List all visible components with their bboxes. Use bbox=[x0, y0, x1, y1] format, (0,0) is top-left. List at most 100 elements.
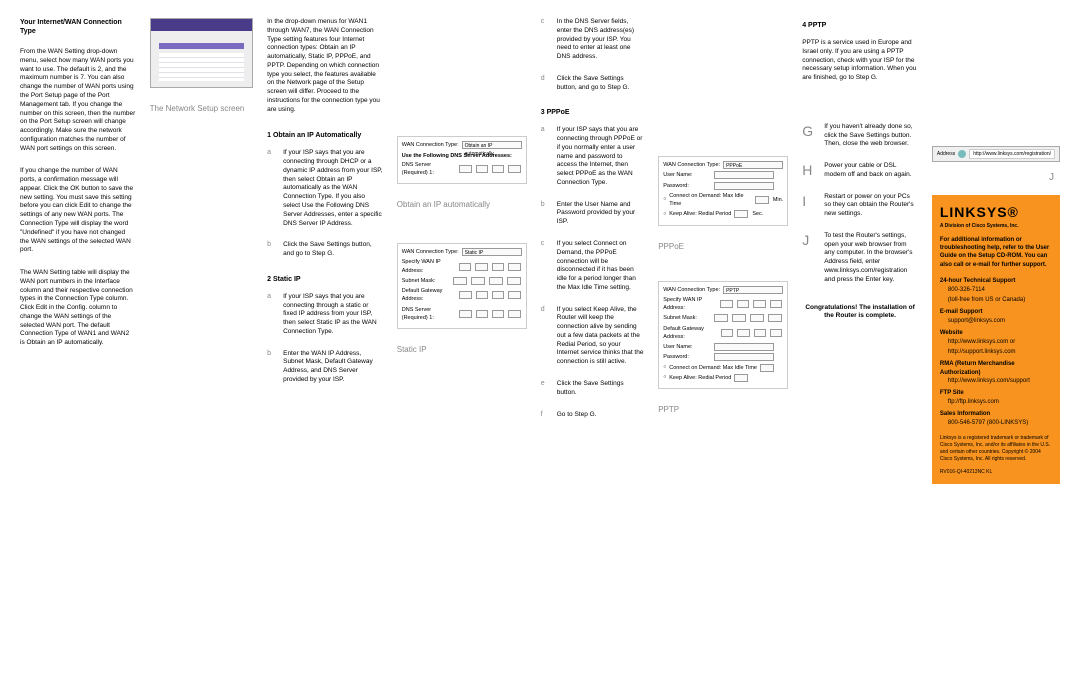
web-val1: http://www.linksys.com or bbox=[948, 338, 1052, 346]
step-3f-text: Go to Step G. bbox=[557, 411, 644, 420]
step-1b: b Click the Save Settings button, and go… bbox=[267, 241, 383, 259]
column-1: Your Internet/WAN Connection Type From t… bbox=[20, 18, 136, 484]
web-label: Website bbox=[940, 329, 1052, 337]
step-3c: cIf you select Connect on Demand, the PP… bbox=[541, 240, 644, 293]
form-pppoe: WAN Connection Type:PPPoE User Name: Pas… bbox=[658, 156, 788, 226]
addr-label: Address bbox=[937, 151, 955, 157]
step-3e-text: Click the Save Settings button. bbox=[557, 380, 644, 398]
form4-ka-label: Keep Alive: Redial Period bbox=[669, 374, 731, 382]
column-5: cIn the DNS Server fields, enter the DNS… bbox=[541, 18, 644, 484]
support-intro: For additional information or troublesho… bbox=[940, 236, 1052, 270]
caption-network-setup: The Network Setup screen bbox=[150, 104, 253, 113]
form1-wan-label: WAN Connection Type: bbox=[402, 141, 459, 149]
form4-user-label: User Name: bbox=[663, 343, 711, 351]
form3-pass-label: Password: bbox=[663, 182, 711, 190]
column-8: Address http://www.linksys.com/registrat… bbox=[932, 18, 1060, 484]
form2-dns-label: DNS Server (Required) 1: bbox=[402, 306, 456, 323]
form2-wan-label: WAN Connection Type: bbox=[402, 248, 459, 256]
form2-ip-label: Specify WAN IP Address: bbox=[402, 258, 456, 275]
step-2d-text: Click the Save Settings button, and go t… bbox=[557, 75, 644, 93]
form4-ip-label: Specify WAN IP Address: bbox=[663, 296, 717, 313]
part-number: RV016-QI-40213NC KL bbox=[940, 469, 1052, 476]
step-g-text: If you haven't already done so, click th… bbox=[824, 123, 918, 149]
step-3b: bEnter the User Name and Password provid… bbox=[541, 201, 644, 227]
address-bar: Address http://www.linksys.com/registrat… bbox=[932, 146, 1060, 162]
caption-static-ip: Static IP bbox=[397, 345, 527, 354]
form4-pass-label: Password: bbox=[663, 353, 711, 361]
form-obtain-ip: WAN Connection Type:Obtain an IP automat… bbox=[397, 136, 527, 184]
step-h-text: Power your cable or DSL modem off and ba… bbox=[824, 162, 918, 180]
wan-p3: The WAN Setting table will display the W… bbox=[20, 269, 136, 348]
step-3a-text: If your ISP says that you are connecting… bbox=[557, 126, 644, 187]
form4-wan-select: PPTP bbox=[723, 286, 783, 294]
form3-wan-select: PPPoE bbox=[723, 161, 783, 169]
column-7: 4 PPTP PPTP is a service used in Europe … bbox=[802, 18, 918, 484]
url-field: http://www.linksys.com/registration/ bbox=[969, 149, 1055, 159]
ftp-val: ftp://ftp.linksys.com bbox=[948, 398, 1052, 406]
form3-cod-label: Connect on Demand: Max Idle Time bbox=[669, 192, 752, 209]
letter-d: d bbox=[541, 306, 551, 367]
web-val2: http://support.linksys.com bbox=[948, 348, 1052, 356]
ftp-label: FTP Site bbox=[940, 389, 1052, 397]
caption-obtain-ip: Obtain an IP automatically bbox=[397, 200, 527, 209]
step-1a: a If your ISP says that you are connecti… bbox=[267, 149, 383, 228]
form2-wan-select: Static IP bbox=[462, 248, 522, 256]
heading-pptp: 4 PPTP bbox=[802, 22, 918, 29]
step-3d-text: If you select Keep Alive, the Router wil… bbox=[557, 306, 644, 367]
form3-ka-label: Keep Alive: Redial Period bbox=[669, 210, 731, 218]
heading-pppoe: 3 PPPoE bbox=[541, 109, 644, 116]
step-3f: f Go to Step G. bbox=[541, 411, 644, 420]
linksys-logo: LINKSYS® bbox=[940, 203, 1052, 223]
step-2c: cIn the DNS Server fields, enter the DNS… bbox=[541, 18, 644, 62]
column-3: In the drop-down menus for WAN1 through … bbox=[267, 18, 383, 484]
step-i-text: Restart or power on your PCs so they can… bbox=[824, 193, 918, 219]
step-g: GIf you haven't already done so, click t… bbox=[802, 123, 918, 149]
email-val: support@linksys.com bbox=[948, 317, 1052, 325]
form4-sm-label: Subnet Mask: bbox=[663, 314, 711, 322]
ts-label: 24-hour Technical Support bbox=[940, 277, 1052, 285]
form3-min-label: Min. bbox=[773, 196, 783, 204]
column-6: WAN Connection Type:PPPoE User Name: Pas… bbox=[658, 18, 788, 484]
heading-static-ip: 2 Static IP bbox=[267, 276, 383, 283]
letter-b: b bbox=[267, 350, 277, 385]
step-2c-text: In the DNS Server fields, enter the DNS … bbox=[557, 18, 644, 62]
letter-h: H bbox=[802, 162, 818, 180]
email-label: E-mail Support bbox=[940, 308, 1052, 316]
column-2: The Network Setup screen bbox=[150, 18, 253, 484]
form3-pass-input bbox=[714, 182, 774, 190]
form1-dns-label: DNS Server (Required) 1: bbox=[402, 161, 456, 178]
letter-a: a bbox=[267, 149, 277, 228]
letter-f: f bbox=[541, 411, 551, 420]
logo-tagline: A Division of Cisco Systems, Inc. bbox=[940, 223, 1052, 230]
form1-wan-select: Obtain an IP automatically bbox=[462, 141, 522, 149]
form3-wan-label: WAN Connection Type: bbox=[663, 161, 720, 169]
form3-sec-label: Sec. bbox=[752, 210, 763, 218]
legal-text: Linksys is a registered trademark or tra… bbox=[940, 435, 1052, 463]
support-panel: LINKSYS® A Division of Cisco Systems, In… bbox=[932, 195, 1060, 484]
form-pptp: WAN Connection Type:PPTP Specify WAN IP … bbox=[658, 281, 788, 390]
step-1a-text: If your ISP says that you are connecting… bbox=[283, 149, 383, 228]
step-2b: b Enter the WAN IP Address, Subnet Mask,… bbox=[267, 350, 383, 385]
wan-heading: Your Internet/WAN Connection Type bbox=[20, 18, 136, 36]
form4-wan-label: WAN Connection Type: bbox=[663, 286, 720, 294]
letter-a: a bbox=[541, 126, 551, 187]
letter-g: G bbox=[802, 123, 818, 149]
sales-val: 800-546-5797 (800-LINKSYS) bbox=[948, 419, 1052, 427]
step-2a-text: If your ISP says that you are connecting… bbox=[283, 293, 383, 337]
step-3e: e Click the Save Settings button. bbox=[541, 380, 644, 398]
form3-user-input bbox=[714, 171, 774, 179]
letter-e: e bbox=[541, 380, 551, 398]
column-4: WAN Connection Type:Obtain an IP automat… bbox=[397, 18, 527, 484]
form4-cod-label: Connect on Demand: Max Idle Time bbox=[669, 364, 757, 372]
heading-obtain-ip: 1 Obtain an IP Automatically bbox=[267, 132, 383, 139]
step-1b-text: Click the Save Settings button, and go t… bbox=[283, 241, 383, 259]
form1-dns-head: Use the Following DNS Server Addresses: bbox=[402, 152, 522, 160]
congrats: Congratulations! The installation of the… bbox=[802, 304, 918, 322]
form-static-ip: WAN Connection Type:Static IP Specify WA… bbox=[397, 243, 527, 329]
letter-a: a bbox=[267, 293, 277, 337]
step-3a: aIf your ISP says that you are connectin… bbox=[541, 126, 644, 187]
step-2b-text: Enter the WAN IP Address, Subnet Mask, D… bbox=[283, 350, 383, 385]
step-h: H Power your cable or DSL modem off and b… bbox=[802, 162, 918, 180]
form2-gw-label: Default Gateway Address: bbox=[402, 287, 457, 304]
step-i: IRestart or power on your PCs so they ca… bbox=[802, 193, 918, 219]
